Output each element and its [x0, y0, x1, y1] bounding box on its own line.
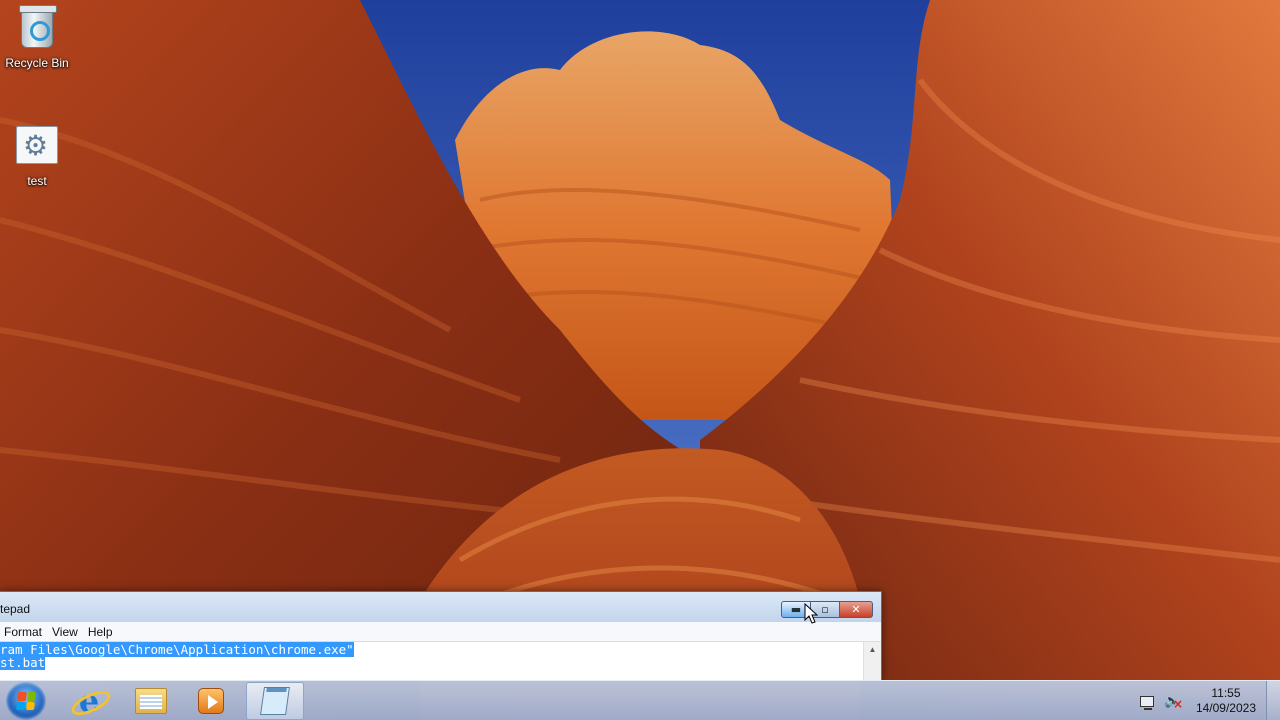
scroll-up-icon[interactable]: ▲	[869, 645, 877, 654]
volume-muted-icon[interactable]	[1164, 693, 1183, 712]
internet-explorer-icon: e	[74, 685, 104, 717]
notepad-window[interactable]: tepad ▬ ▫ ✕ Format View Help ram Files\G…	[0, 591, 882, 681]
clock[interactable]: 11:55 14/09/2023	[1196, 686, 1256, 716]
menu-bar: Format View Help	[0, 622, 881, 642]
taskbar-windows-explorer[interactable]	[122, 682, 180, 720]
close-icon: ✕	[851, 603, 861, 616]
batch-file-icon	[15, 126, 59, 170]
menu-help[interactable]: Help	[84, 625, 119, 639]
notepad-titlebar[interactable]: tepad ▬ ▫ ✕	[0, 592, 881, 622]
windows-logo-icon	[16, 692, 36, 710]
selected-text: st.bat	[0, 655, 46, 670]
clock-time: 11:55	[1211, 686, 1241, 700]
recycle-bin-icon	[15, 5, 59, 52]
taskbar-internet-explorer[interactable]: e	[60, 682, 118, 720]
folder-icon	[135, 688, 167, 714]
window-title: tepad	[0, 602, 31, 616]
maximize-icon: ▫	[821, 603, 829, 616]
desktop-icon-recycle-bin[interactable]: Recycle Bin	[0, 5, 74, 70]
taskbar-media-player[interactable]	[182, 682, 240, 720]
window-controls: ▬ ▫ ✕	[781, 601, 873, 618]
editor-line: st.bat	[0, 655, 873, 670]
network-icon[interactable]	[1139, 695, 1154, 710]
system-tray: 11:55 14/09/2023	[1139, 681, 1256, 720]
menu-format[interactable]: Format	[0, 625, 48, 639]
vertical-scrollbar[interactable]: ▲	[863, 642, 881, 680]
taskbar-notepad[interactable]	[246, 682, 304, 720]
desktop-icon-test[interactable]: test	[0, 126, 74, 188]
selected-text: ram Files\Google\Chrome\Application\chro…	[0, 642, 354, 657]
editor-line: ram Files\Google\Chrome\Application\chro…	[0, 642, 873, 657]
menu-view[interactable]: View	[48, 625, 84, 639]
desktop-icon-label: test	[27, 174, 47, 188]
clock-date: 14/09/2023	[1195, 701, 1256, 715]
text-editor[interactable]: ram Files\Google\Chrome\Application\chro…	[0, 642, 873, 680]
close-button[interactable]: ✕	[839, 601, 873, 618]
desktop-icon-label: Recycle Bin	[5, 56, 69, 70]
show-desktop-button[interactable]	[1266, 681, 1280, 720]
media-player-icon	[198, 688, 224, 714]
start-button[interactable]	[6, 682, 46, 720]
mouse-cursor-icon	[804, 603, 818, 624]
taskbar: e 11:55 14/09/2023	[0, 680, 1280, 720]
minimize-icon: ▬	[790, 603, 802, 616]
notepad-icon	[260, 687, 290, 715]
